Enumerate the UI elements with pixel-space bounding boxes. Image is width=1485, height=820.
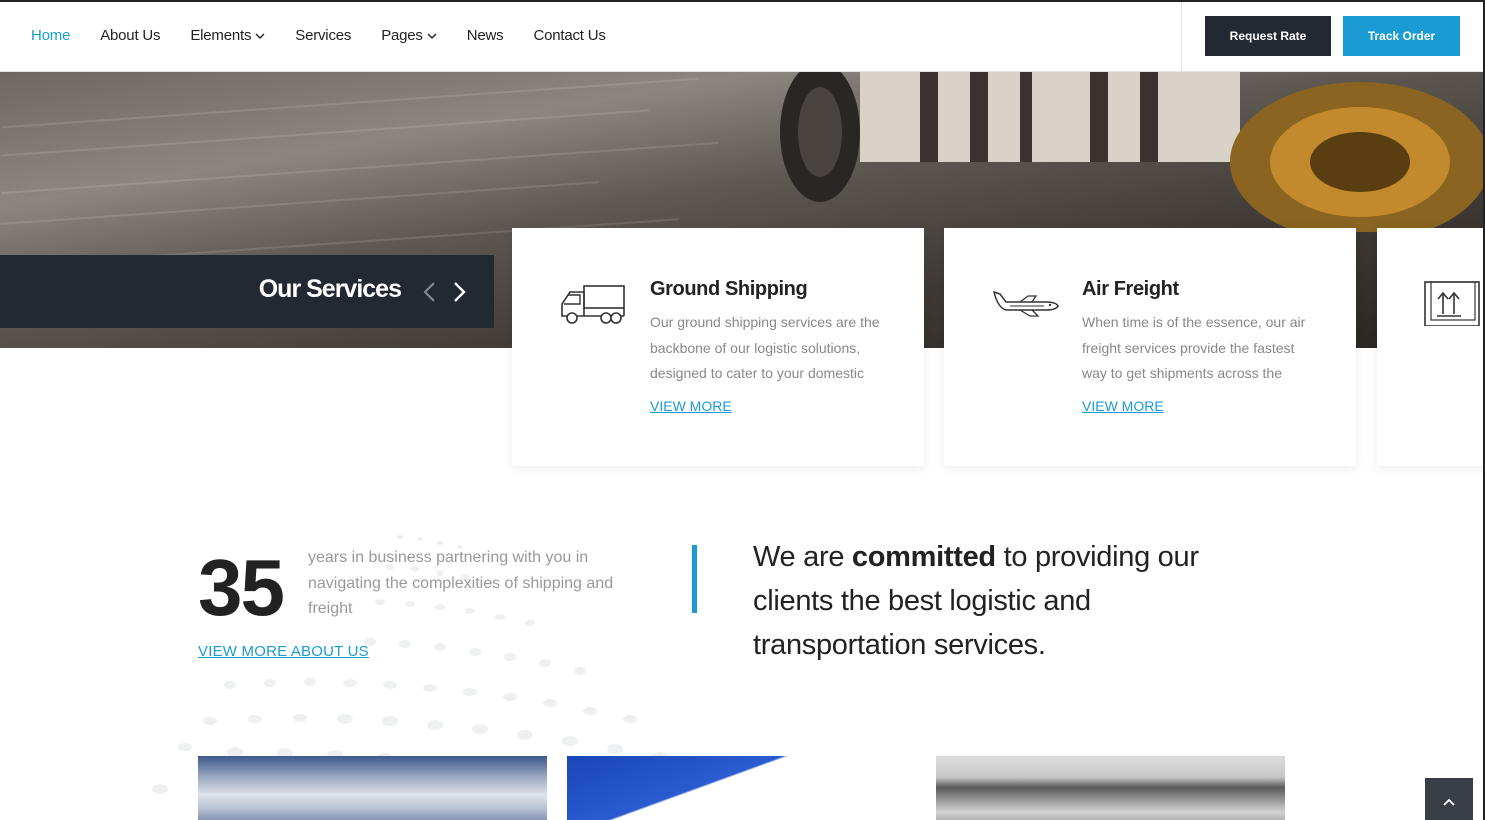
nav-item-news[interactable]: News <box>467 27 504 44</box>
track-order-button[interactable]: Track Order <box>1343 16 1460 56</box>
plane-icon <box>992 290 1059 317</box>
chevron-left-icon[interactable] <box>420 281 440 303</box>
view-more-about-link[interactable]: VIEW MORE ABOUT US <box>198 643 369 660</box>
card-title: Air Freight <box>1082 278 1179 300</box>
nav-item-elements[interactable]: Elements <box>190 27 265 44</box>
header-divider <box>1181 2 1182 72</box>
blue-building-photo <box>567 756 916 820</box>
service-card: Ground Shipping Our ground shipping serv… <box>512 228 924 466</box>
nav-item-label: Pages <box>381 27 423 44</box>
sky-photo <box>198 756 547 820</box>
chevron-right-icon[interactable] <box>449 281 469 303</box>
nav-item-home[interactable]: Home <box>31 27 70 44</box>
nav-item-label: Elements <box>190 27 252 44</box>
back-to-top-button[interactable] <box>1425 778 1473 820</box>
view-more-link[interactable]: VIEW MORE <box>650 398 732 414</box>
card-description: Our ground shipping services are the bac… <box>650 314 880 381</box>
nav-item-label: Services <box>295 27 352 44</box>
chevron-up-icon <box>1443 798 1455 806</box>
site-header: Home About Us Elements Services Pages Ne… <box>0 2 1483 72</box>
our-services-header: Our Services <box>0 255 494 328</box>
section-title: Our Services <box>258 275 402 303</box>
nav-item-label: Home <box>31 27 71 44</box>
card-title: Ground Shipping <box>650 278 808 300</box>
request-rate-button[interactable]: Request Rate <box>1205 16 1331 56</box>
service-card: Air Freight When time is of the essence,… <box>944 228 1356 466</box>
truck-icon <box>561 285 625 324</box>
accent-bar <box>692 545 697 613</box>
nav-item-about-us[interactable]: About Us <box>100 27 160 44</box>
main-nav: Home About Us Elements Services Pages Ne… <box>31 27 636 44</box>
port-photo <box>936 756 1285 820</box>
nav-item-label: Contact Us <box>533 27 606 44</box>
nav-item-contact-us[interactable]: Contact Us <box>533 27 605 44</box>
truck-wheels-image <box>780 72 1483 232</box>
service-card <box>1377 228 1483 466</box>
chevron-down-icon <box>255 33 265 39</box>
years-count: 35 <box>198 543 285 632</box>
package-icon <box>1424 281 1480 326</box>
commitment-statement: We are committed to providing our client… <box>753 535 1253 667</box>
nav-item-label: About Us <box>100 27 161 44</box>
commitment-prefix: We are <box>753 541 852 573</box>
years-description: years in business partnering with you in… <box>308 549 614 617</box>
nav-item-services[interactable]: Services <box>295 27 351 44</box>
commitment-bold: committed <box>851 541 996 573</box>
nav-item-pages[interactable]: Pages <box>381 27 437 44</box>
chevron-down-icon <box>427 33 437 39</box>
page: Home About Us Elements Services Pages Ne… <box>0 0 1485 820</box>
card-description: When time is of the essence, our air fre… <box>1082 314 1306 381</box>
nav-item-label: News <box>466 27 504 44</box>
view-more-link[interactable]: VIEW MORE <box>1082 398 1164 414</box>
